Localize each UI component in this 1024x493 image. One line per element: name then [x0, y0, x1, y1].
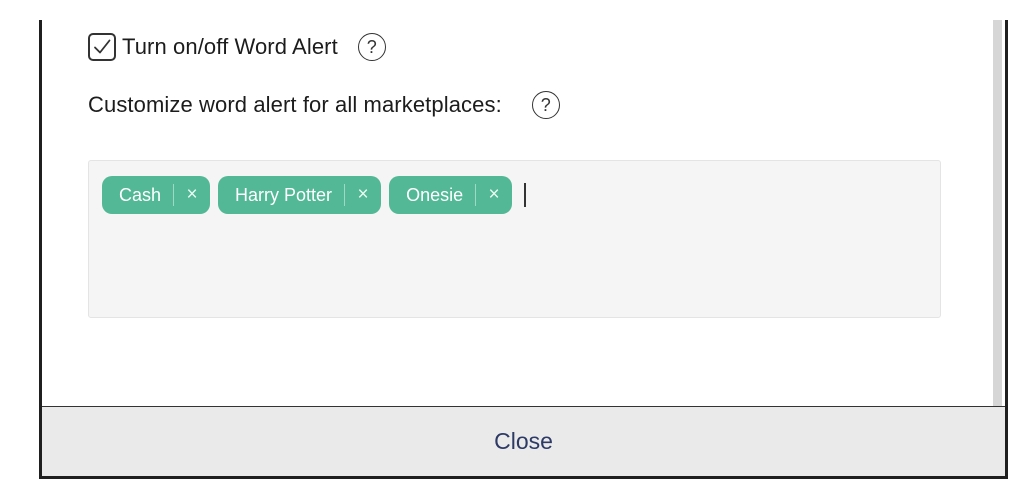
remove-tag-icon[interactable]: ×: [345, 184, 381, 206]
question-mark-icon[interactable]: ?: [531, 91, 560, 119]
vertical-scrollbar[interactable]: [993, 20, 1002, 406]
customize-label: Customize word alert for all marketplace…: [88, 92, 502, 117]
customize-row: Customize word alert for all marketplace…: [88, 88, 560, 122]
tag-label: Cash: [119, 184, 162, 205]
dialog-content: Turn on/off Word Alert ? Customize word …: [42, 20, 1005, 406]
close-button[interactable]: Close: [474, 422, 573, 461]
tag-chip: Cash ×: [102, 176, 211, 214]
tag-chip: Harry Potter ×: [218, 176, 382, 214]
word-tags-input[interactable]: Cash × Harry Potter × Onesie ×: [88, 160, 941, 318]
dialog-footer: Close: [42, 406, 1005, 476]
question-mark-icon[interactable]: ?: [357, 33, 386, 61]
checkmark-icon: [94, 39, 111, 54]
remove-tag-icon[interactable]: ×: [174, 184, 210, 206]
word-alert-dialog: Turn on/off Word Alert ? Customize word …: [39, 20, 1008, 479]
tag-label: Harry Potter: [235, 184, 333, 205]
remove-tag-icon[interactable]: ×: [476, 184, 512, 206]
word-alert-toggle-label: Turn on/off Word Alert: [122, 34, 338, 59]
tag-chip: Onesie ×: [389, 176, 513, 214]
tag-list: Cash × Harry Potter × Onesie ×: [102, 176, 527, 214]
tag-label: Onesie: [406, 184, 464, 205]
text-caret: [524, 183, 527, 207]
word-alert-checkbox[interactable]: [88, 33, 116, 61]
word-alert-toggle-row: Turn on/off Word Alert ?: [88, 31, 386, 63]
